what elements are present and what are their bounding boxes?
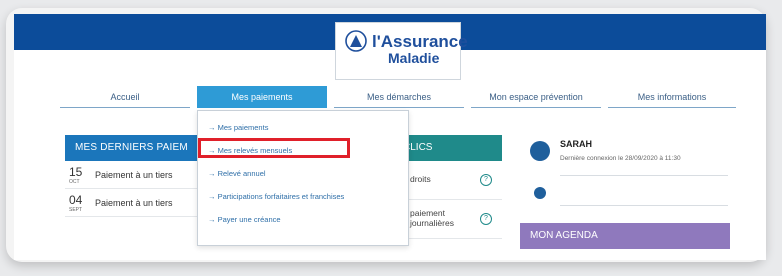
- logo-brand-text: l'Assurance: [372, 32, 468, 51]
- logo-sub-text: Maladie: [388, 50, 440, 66]
- payment-label: Paiement à un tiers: [95, 170, 173, 180]
- nav-espace-prevention[interactable]: Mon espace prévention: [471, 86, 601, 108]
- quick-action-label: paiement journalières: [410, 208, 454, 228]
- globe-icon[interactable]: [534, 187, 546, 199]
- dropdown-item-payer-creance[interactable]: → Payer une créance: [208, 215, 281, 224]
- dropdown-item-participations[interactable]: → Participations forfaitaires et franchi…: [208, 192, 344, 201]
- dropdown-item-mes-paiements[interactable]: → Mes paiements: [208, 123, 268, 132]
- payment-month: SEPT: [69, 207, 83, 213]
- avatar[interactable]: [530, 141, 550, 161]
- payment-label: Paiement à un tiers: [95, 198, 173, 208]
- main-nav: Accueil Mes paiements Mes démarches Mon …: [60, 86, 736, 108]
- payment-month: OCT: [69, 179, 80, 185]
- highlight-box: [198, 138, 350, 158]
- divider: [560, 175, 728, 176]
- payment-day: 04: [69, 193, 83, 207]
- payment-day: 15: [69, 165, 83, 179]
- dropdown-item-releve-annuel[interactable]: → Relevé annuel: [208, 169, 266, 178]
- ameli-logo[interactable]: l'Assurance Maladie: [335, 22, 468, 80]
- user-name: SARAH: [560, 139, 593, 149]
- logo-figure-icon: [345, 30, 367, 52]
- agenda-header[interactable]: MON AGENDA: [520, 223, 730, 249]
- nav-mes-informations[interactable]: Mes informations: [608, 86, 736, 108]
- account-panel: SARAH Dernière connexion le 28/09/2020 à…: [520, 135, 730, 249]
- nav-mes-paiements[interactable]: Mes paiements: [197, 86, 327, 108]
- last-login-text: Dernière connexion le 28/09/2020 à 11:30: [560, 155, 681, 162]
- nav-accueil[interactable]: Accueil: [60, 86, 190, 108]
- help-icon[interactable]: ?: [480, 213, 492, 225]
- quick-action-label: droits: [410, 174, 431, 184]
- divider: [560, 205, 728, 206]
- payments-dropdown: → Mes paiements → Mes relevés mensuels →…: [197, 110, 409, 246]
- help-icon[interactable]: ?: [480, 174, 492, 186]
- nav-mes-demarches[interactable]: Mes démarches: [334, 86, 464, 108]
